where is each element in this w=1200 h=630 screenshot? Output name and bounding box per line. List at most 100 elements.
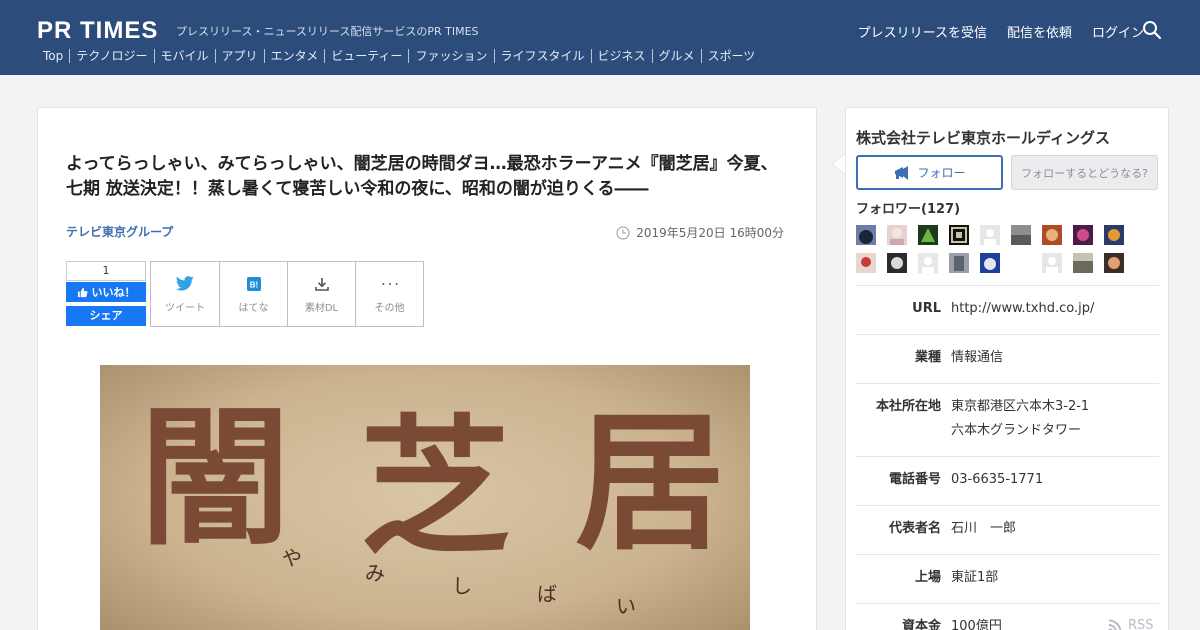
category-gourmet[interactable]: グルメ [651,49,701,63]
info-row-representative: 代表者名 石川 一郎 [856,505,1159,554]
header-links: プレスリリースを受信 配信を依頼 ログイン [858,22,1144,41]
follow-label: フォロー [917,166,966,180]
info-key: 業種 [914,350,941,365]
article-title: よってらっしゃい、みてらっしゃい、闇芝居の時間ダヨ…最恐ホラーアニメ『闇芝居』今… [66,154,778,199]
request-distribution-link[interactable]: 配信を依頼 [1007,22,1072,41]
hatena-icon: B! [245,275,263,293]
twitter-icon [176,275,194,293]
hero-kana-2: み [365,561,385,585]
facebook-widget: 1 いいね！ シェア [66,261,146,326]
address-line-2: 六本木グランドタワー [951,423,1082,438]
category-mobile[interactable]: モバイル [153,49,215,63]
hatena-label: はてな [238,302,269,314]
follow-button[interactable]: フォロー [856,155,1003,190]
info-value: 03-6635-1771 [951,472,1044,487]
receive-releases-link[interactable]: プレスリリースを受信 [858,22,987,41]
hero-kanji-3: 居 [575,395,725,571]
avatar[interactable] [1042,253,1062,273]
facebook-like-label: いいね！ [91,286,136,299]
rss-icon [1108,619,1122,630]
article-card: よってらっしゃい、みてらっしゃい、闇芝居の時間ダヨ…最恐ホラーアニメ『闇芝居』今… [37,107,817,630]
rss-link[interactable]: RSS [1108,618,1154,630]
avatar[interactable] [856,253,876,273]
yami-shibai-title-art: 闇 芝 居 や み し ば い [100,365,750,630]
clock-icon [616,226,630,239]
rss-label: RSS [1128,618,1154,630]
download-icon [313,275,331,293]
material-download-label: 素材DL [304,302,339,314]
avatar[interactable] [887,225,907,245]
info-row-url: URL http://www.txhd.co.jp/ [856,285,1159,334]
tweet-button[interactable]: ツイート [151,262,219,326]
follower-avatars [856,225,1156,281]
company-name[interactable]: 株式会社テレビ東京ホールディングス [856,127,1110,148]
follow-explanation-button[interactable]: フォローするとどうなる? [1011,155,1158,190]
hero-kanji-1: 闇 [140,390,290,566]
avatar[interactable] [1073,253,1093,273]
tweet-label: ツイート [165,302,205,314]
prtimes-logo[interactable]: PR TIMES [37,17,158,45]
more-share-label: その他 [374,302,405,314]
company-url-link[interactable]: http://www.txhd.co.jp/ [941,297,1094,321]
hero-kana-4: ば [537,582,557,606]
svg-text:B!: B! [249,280,257,289]
info-row-listing: 上場 東証1部 [856,554,1159,603]
hero-kanji-2: 芝 [360,400,510,576]
category-fashion[interactable]: ファッション [408,49,493,63]
category-lifestyle[interactable]: ライフスタイル [493,49,591,63]
info-value: 石川 一郎 [951,521,1017,536]
category-nav: Top テクノロジー モバイル アプリ エンタメ ビューティー ファッション ラ… [37,49,761,63]
material-download-button[interactable]: 素材DL [287,262,355,326]
avatar[interactable] [918,253,938,273]
more-share-button[interactable]: その他 [355,262,423,326]
megaphone-icon [895,165,909,180]
avatar[interactable] [1011,253,1031,273]
company-group-link[interactable]: テレビ東京グループ [66,223,173,240]
search-icon[interactable] [1142,20,1162,40]
facebook-like-button[interactable]: いいね！ [66,282,146,302]
avatar[interactable] [1104,225,1124,245]
info-value: 情報通信 [951,350,1004,365]
category-app[interactable]: アプリ [214,49,264,63]
like-count: 1 [66,261,146,281]
publish-date-text: 2019年5月20日 16時00分 [636,226,784,240]
avatar[interactable] [1073,225,1093,245]
category-entertainment[interactable]: エンタメ [263,49,325,63]
avatar[interactable] [1104,253,1124,273]
avatar[interactable] [918,225,938,245]
info-row-phone: 電話番号 03-6635-1771 [856,456,1159,505]
info-key: 資本金 [901,619,941,630]
avatar[interactable] [1042,225,1062,245]
info-value: 東京都港区六本木3-2-1 六本木グランドタワー [941,395,1089,443]
category-beauty[interactable]: ビューティー [324,49,408,63]
avatar[interactable] [949,253,969,273]
category-sports[interactable]: スポーツ [700,49,762,63]
avatar[interactable] [1011,225,1031,245]
avatar[interactable] [980,225,1000,245]
company-info-table: URL http://www.txhd.co.jp/ 業種 情報通信 本社所在地… [856,285,1159,630]
thumbs-up-icon [77,287,88,297]
avatar[interactable] [949,225,969,245]
followers-count[interactable]: フォロワー(127) [856,198,960,217]
address-line-1: 東京都港区六本木3-2-1 [951,399,1090,414]
hero-kana-1: や [282,546,302,570]
hero-image: 闇 芝 居 や み し ば い [100,365,750,630]
login-link[interactable]: ログイン [1092,22,1144,41]
info-key: 代表者名 [888,521,941,536]
hero-kana-3: し [452,574,472,598]
avatar[interactable] [980,253,1000,273]
category-business[interactable]: ビジネス [590,49,652,63]
avatar[interactable] [856,225,876,245]
facebook-share-button[interactable]: シェア [66,306,146,326]
category-technology[interactable]: テクノロジー [69,49,153,63]
category-top[interactable]: Top [37,49,69,63]
more-dots-icon [381,275,399,293]
info-row-industry: 業種 情報通信 [856,334,1159,383]
info-value: 100億円 [951,619,1002,630]
hatena-bookmark-button[interactable]: B! はてな [219,262,287,326]
info-key: 電話番号 [888,472,941,487]
publish-date: 2019年5月20日 16時00分 [616,224,784,241]
avatar[interactable] [887,253,907,273]
site-tagline: プレスリリース・ニュースリリース配信サービスのPR TIMES [176,25,479,38]
hero-kana-5: い [616,594,636,618]
